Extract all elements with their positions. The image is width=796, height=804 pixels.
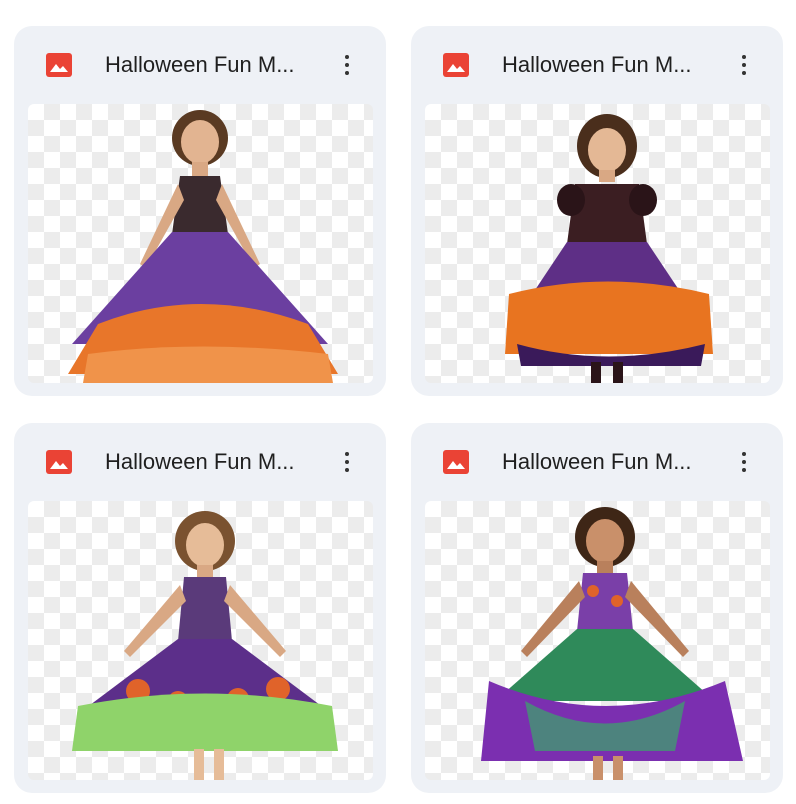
more-vert-icon[interactable] xyxy=(332,447,362,477)
file-card[interactable]: Halloween Fun M... xyxy=(14,423,386,793)
more-vert-icon[interactable] xyxy=(729,447,759,477)
file-card-header: Halloween Fun M... xyxy=(14,423,386,501)
image-thumbnail[interactable] xyxy=(425,104,770,383)
image-file-icon xyxy=(443,450,469,474)
image-thumbnail[interactable] xyxy=(425,501,770,780)
file-card-header: Halloween Fun M... xyxy=(411,423,783,501)
file-grid: Halloween Fun M... Halloween Fun M... Ha… xyxy=(0,0,796,804)
girl-costume-image xyxy=(505,114,713,383)
file-title[interactable]: Halloween Fun M... xyxy=(105,449,315,475)
file-card-header: Halloween Fun M... xyxy=(411,26,783,104)
file-card[interactable]: Halloween Fun M... xyxy=(411,26,783,396)
file-title[interactable]: Halloween Fun M... xyxy=(502,52,712,78)
file-card[interactable]: Halloween Fun M... xyxy=(14,26,386,396)
girl-costume-image xyxy=(68,110,338,383)
file-title[interactable]: Halloween Fun M... xyxy=(502,449,712,475)
more-vert-icon[interactable] xyxy=(332,50,362,80)
girl-costume-image xyxy=(72,511,338,780)
file-card-header: Halloween Fun M... xyxy=(14,26,386,104)
girl-costume-image xyxy=(481,507,743,780)
file-title[interactable]: Halloween Fun M... xyxy=(105,52,315,78)
image-thumbnail[interactable] xyxy=(28,104,373,383)
image-thumbnail[interactable] xyxy=(28,501,373,780)
image-file-icon xyxy=(443,53,469,77)
file-card[interactable]: Halloween Fun M... xyxy=(411,423,783,793)
image-file-icon xyxy=(46,450,72,474)
image-file-icon xyxy=(46,53,72,77)
more-vert-icon[interactable] xyxy=(729,50,759,80)
